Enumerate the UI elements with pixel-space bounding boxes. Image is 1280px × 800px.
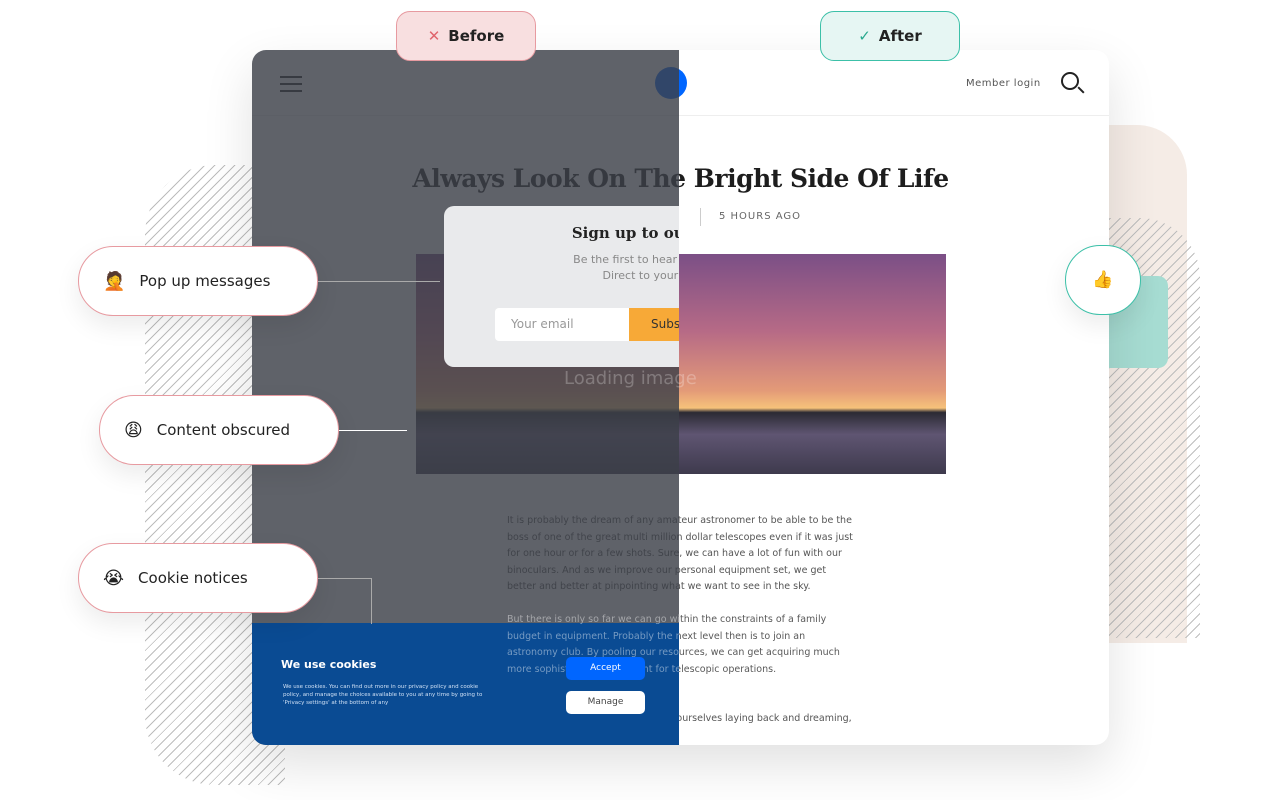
- popup-line1: Be the first to hear all the latest news…: [573, 253, 679, 266]
- thumbs-up-icon: 👍: [1092, 270, 1114, 290]
- subscribe-button[interactable]: Subscribe: [629, 308, 679, 341]
- popup-line2: Direct to your inbox weekly.: [602, 269, 679, 282]
- newsletter-popup: Sign up to our newsletter Be the first t…: [444, 206, 679, 367]
- cookie-title: We use cookies: [281, 658, 377, 671]
- after-badge: ✓ After: [820, 11, 960, 61]
- website-card: Member login Always Look On The Bright S…: [252, 50, 1109, 745]
- facepalm-emoji-icon: 🤦: [103, 270, 126, 292]
- member-login-link[interactable]: Member login: [966, 78, 1041, 89]
- popup-title: Sign up to our newsletter: [571, 224, 679, 242]
- x-icon: ✕: [427, 27, 441, 45]
- label-text: Content obscured: [156, 421, 291, 439]
- weary-emoji-icon: 😩: [124, 419, 143, 441]
- before-badge: ✕ Before: [396, 11, 536, 61]
- article-paragraph: But there is only so far we can go withi…: [507, 612, 857, 678]
- email-input[interactable]: Your email: [495, 308, 629, 341]
- cookie-body: We use cookies. You can find out more in…: [283, 684, 483, 706]
- crying-emoji-icon: 😭: [103, 567, 125, 589]
- label-text: Pop up messages: [139, 272, 271, 290]
- accept-button[interactable]: Accept: [566, 657, 645, 680]
- label-content-obscured: 😩 Content obscured: [99, 395, 339, 465]
- loading-image-text: Loading image: [564, 368, 697, 389]
- arrow: [371, 578, 372, 624]
- manage-button[interactable]: Manage: [566, 691, 645, 714]
- after-label: After: [878, 27, 922, 45]
- arrow: [318, 281, 440, 282]
- check-icon: ✓: [858, 27, 871, 45]
- label-text: Cookie notices: [138, 569, 248, 587]
- before-label: Before: [448, 27, 505, 45]
- label-popup-messages: 🤦 Pop up messages: [78, 246, 318, 316]
- thumbs-up-bubble: 👍: [1065, 245, 1141, 315]
- arrow: [318, 578, 372, 579]
- article-time: 5 HOURS AGO: [700, 208, 801, 226]
- arrow: [339, 430, 407, 431]
- label-cookie-notices: 😭 Cookie notices: [78, 543, 318, 613]
- search-icon[interactable]: [1061, 72, 1085, 94]
